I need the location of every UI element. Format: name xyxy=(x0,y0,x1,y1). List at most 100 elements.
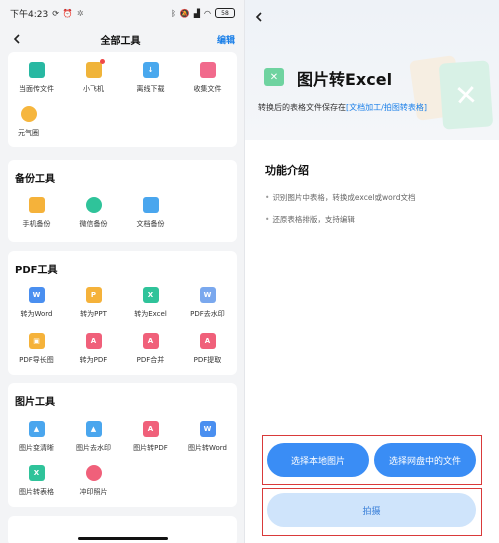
detail-title: 图片转Excel xyxy=(297,70,393,89)
download-icon: ↓ xyxy=(142,62,159,78)
tool-item[interactable]: A 图片转PDF xyxy=(122,421,179,453)
edit-button[interactable]: 编辑 xyxy=(217,33,235,46)
save-location-link[interactable]: [文档加工/拍图转表格] xyxy=(346,103,427,112)
alarm-icon: ⏰ xyxy=(62,8,73,18)
tool-label: 手机备份 xyxy=(22,220,51,228)
to-pdf-icon: A xyxy=(85,333,102,349)
tool-item[interactable]: 当面传文件 xyxy=(8,62,65,94)
tool-label: 转为Excel xyxy=(134,310,167,318)
tool-item[interactable]: X 图片转表格 xyxy=(8,465,65,497)
tool-label: 冲印照片 xyxy=(79,488,108,496)
transfer-icon xyxy=(28,62,45,78)
wechat-backup-icon xyxy=(85,197,102,213)
tool-label: 图片去水印 xyxy=(76,444,111,452)
image-tools-card: 图片工具 ▲ 图片变清晰 ▲ 图片去水印 A 图片转PDF W 图片转Word … xyxy=(8,383,237,507)
battery-indicator: 58 xyxy=(215,8,235,18)
doc-backup-icon xyxy=(142,197,159,213)
mute-icon: 🔕 xyxy=(179,8,190,18)
print-photo-icon xyxy=(85,465,102,481)
tool-item[interactable]: W 转为Word xyxy=(8,287,65,319)
tool-label: 图片转PDF xyxy=(133,444,168,452)
excel-decor-icon: ✕ xyxy=(438,60,494,130)
status-bar: 下午4:23 ⟳ ⏰ ✲ ᛒ 🔕 ▟ ◠ 58 xyxy=(0,0,245,26)
tool-label: 微信备份 xyxy=(79,220,108,228)
tool-item[interactable]: 收集文件 xyxy=(179,62,236,94)
tool-item[interactable]: 文档备份 xyxy=(122,197,179,229)
signal-icon: ▟ xyxy=(193,8,201,18)
sync-icon: ⟳ xyxy=(52,8,59,18)
excel-icon: X xyxy=(142,287,159,303)
tools-panel: 下午4:23 ⟳ ⏰ ✲ ᛒ 🔕 ▟ ◠ 58 全部工具 编辑 当面传文件 小飞… xyxy=(0,0,245,543)
tool-item[interactable]: 元气圈 xyxy=(0,106,57,138)
select-local-image-button[interactable]: 选择本地图片 xyxy=(267,443,369,477)
word-icon: W xyxy=(28,287,45,303)
page-title: 全部工具 xyxy=(100,35,141,47)
back-button[interactable] xyxy=(10,32,24,46)
image-to-word-icon: W xyxy=(199,421,216,437)
tool-item[interactable]: W 图片转Word xyxy=(179,421,236,453)
top-tools-card: 当面传文件 小飞机 ↓ 离线下载 收集文件 元气圈 xyxy=(8,52,237,147)
circle-icon xyxy=(20,106,37,122)
excel-icon: ✕ xyxy=(264,68,284,86)
status-time: 下午4:23 xyxy=(10,9,49,20)
feature-section-title: 功能介绍 xyxy=(265,164,309,177)
phone-backup-icon xyxy=(28,197,45,213)
tool-item[interactable]: ▲ 图片去水印 xyxy=(65,421,122,453)
section-title: 图片工具 xyxy=(15,397,55,408)
tool-item[interactable]: ▲ 图片变清晰 xyxy=(8,421,65,453)
tool-item[interactable]: 小飞机 xyxy=(65,59,122,94)
tool-label: PDF去水印 xyxy=(190,310,225,318)
shoot-button[interactable]: 拍摄 xyxy=(267,493,476,527)
tool-label: 图片转Word xyxy=(188,444,227,452)
tool-item[interactable]: X 转为Excel xyxy=(122,287,179,319)
home-indicator xyxy=(78,537,168,540)
extract-icon: A xyxy=(199,333,216,349)
back-button[interactable] xyxy=(255,10,263,26)
tool-label: 图片转表格 xyxy=(19,488,54,496)
save-location-prefix: 转换后的表格文件保存在 xyxy=(258,103,346,112)
feature-item: • 识别图片中表格，转换成excel或word文档 xyxy=(265,192,415,203)
image-to-table-icon: X xyxy=(28,465,45,481)
backup-tools-card: 备份工具 手机备份 微信备份 文档备份 xyxy=(8,160,237,242)
badge-dot xyxy=(99,59,105,64)
select-cloud-file-button[interactable]: 选择网盘中的文件 xyxy=(374,443,476,477)
tool-label: 收集文件 xyxy=(193,85,222,93)
feature-text: 识别图片中表格，转换成excel或word文档 xyxy=(272,193,416,202)
feature-text: 还原表格排版，支持编辑 xyxy=(272,215,355,224)
notification-icon: ✲ xyxy=(76,8,84,18)
image-to-pdf-icon: A xyxy=(142,421,159,437)
plane-icon xyxy=(85,59,105,78)
section-title: 备份工具 xyxy=(15,174,55,185)
tool-label: PDF提取 xyxy=(193,356,222,364)
tool-label: 图片变清晰 xyxy=(19,444,54,452)
enhance-icon: ▲ xyxy=(28,421,45,437)
bullet-icon: • xyxy=(265,193,270,202)
tool-label: PDF导长图 xyxy=(19,356,54,364)
tool-detail-panel: ✕ ✕ 图片转Excel 转换后的表格文件保存在[文档加工/拍图转表格] 功能介… xyxy=(245,0,499,543)
tool-item[interactable]: 微信备份 xyxy=(65,197,122,229)
tool-item[interactable]: A PDF提取 xyxy=(179,333,236,365)
tool-label: 小飞机 xyxy=(83,85,104,93)
tool-item[interactable]: ↓ 离线下载 xyxy=(122,62,179,94)
bullet-icon: • xyxy=(265,215,270,224)
tool-item[interactable]: A PDF合并 xyxy=(122,333,179,365)
merge-icon: A xyxy=(142,333,159,349)
tool-item[interactable]: 冲印照片 xyxy=(65,465,122,497)
nav-bar: 全部工具 编辑 xyxy=(0,26,245,52)
tool-label: 元气圈 xyxy=(18,129,39,137)
tool-item[interactable]: ▣ PDF导长图 xyxy=(8,333,65,365)
tool-label: PDF合并 xyxy=(136,356,165,364)
tool-item[interactable]: 手机备份 xyxy=(8,197,65,229)
tool-label: 转为Word xyxy=(20,310,53,318)
folder-icon xyxy=(199,62,216,78)
watermark-icon: W xyxy=(199,287,216,303)
tool-item[interactable]: W PDF去水印 xyxy=(179,287,236,319)
ppt-icon: P xyxy=(85,287,102,303)
long-image-icon: ▣ xyxy=(28,333,45,349)
chevron-left-icon xyxy=(255,12,262,22)
save-location-text: 转换后的表格文件保存在[文档加工/拍图转表格] xyxy=(258,102,427,113)
tool-item[interactable]: P 转为PPT xyxy=(65,287,122,319)
pdf-tools-card: PDF工具 W 转为Word P 转为PPT X 转为Excel W PDF去水… xyxy=(8,251,237,375)
image-watermark-icon: ▲ xyxy=(85,421,102,437)
tool-item[interactable]: A 转为PDF xyxy=(65,333,122,365)
